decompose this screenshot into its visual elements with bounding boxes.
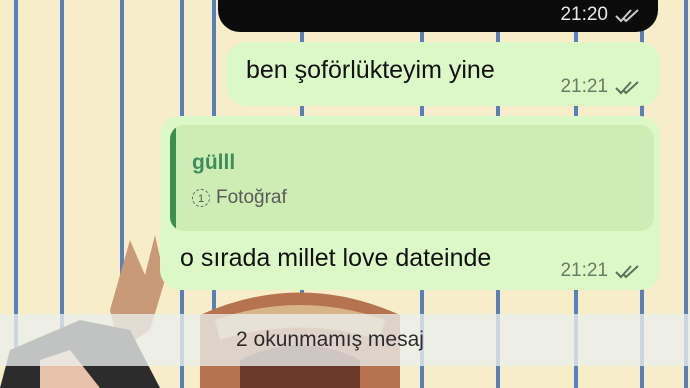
- message-text: ben şoförlükteyim yine: [246, 56, 495, 84]
- message-bubble-outgoing[interactable]: ben şoförlükteyim yine 21:21: [226, 42, 660, 106]
- unread-count-label: 2 okunmamış mesaj: [236, 328, 424, 351]
- message-bubble-outgoing-reply[interactable]: gülll 1 Fotoğraf o sırada millet love da…: [160, 116, 660, 290]
- message-time: 21:21: [560, 76, 608, 97]
- quote-accent-bar: [170, 125, 176, 231]
- double-check-icon: [615, 81, 639, 95]
- double-check-icon: [615, 265, 639, 279]
- message-time: 21:20: [560, 4, 608, 25]
- message-meta: 21:21: [560, 76, 642, 98]
- message-time: 21:21: [560, 260, 608, 281]
- quoted-sender-name: gülll: [192, 151, 236, 174]
- quoted-media-label: 1 Fotoğraf: [192, 187, 287, 209]
- unread-messages-banner: 2 okunmamış mesaj: [0, 314, 690, 366]
- quoted-message[interactable]: gülll 1 Fotoğraf: [170, 125, 654, 231]
- view-once-icon: 1: [192, 189, 210, 207]
- double-check-icon: [615, 9, 639, 23]
- quoted-media-type: Fotoğraf: [216, 187, 287, 208]
- message-meta: 21:20: [560, 4, 642, 26]
- message-text: o sırada millet love dateinde: [180, 244, 492, 272]
- message-bubble-previous[interactable]: 21:20: [218, 0, 658, 32]
- message-meta: 21:21: [560, 260, 642, 282]
